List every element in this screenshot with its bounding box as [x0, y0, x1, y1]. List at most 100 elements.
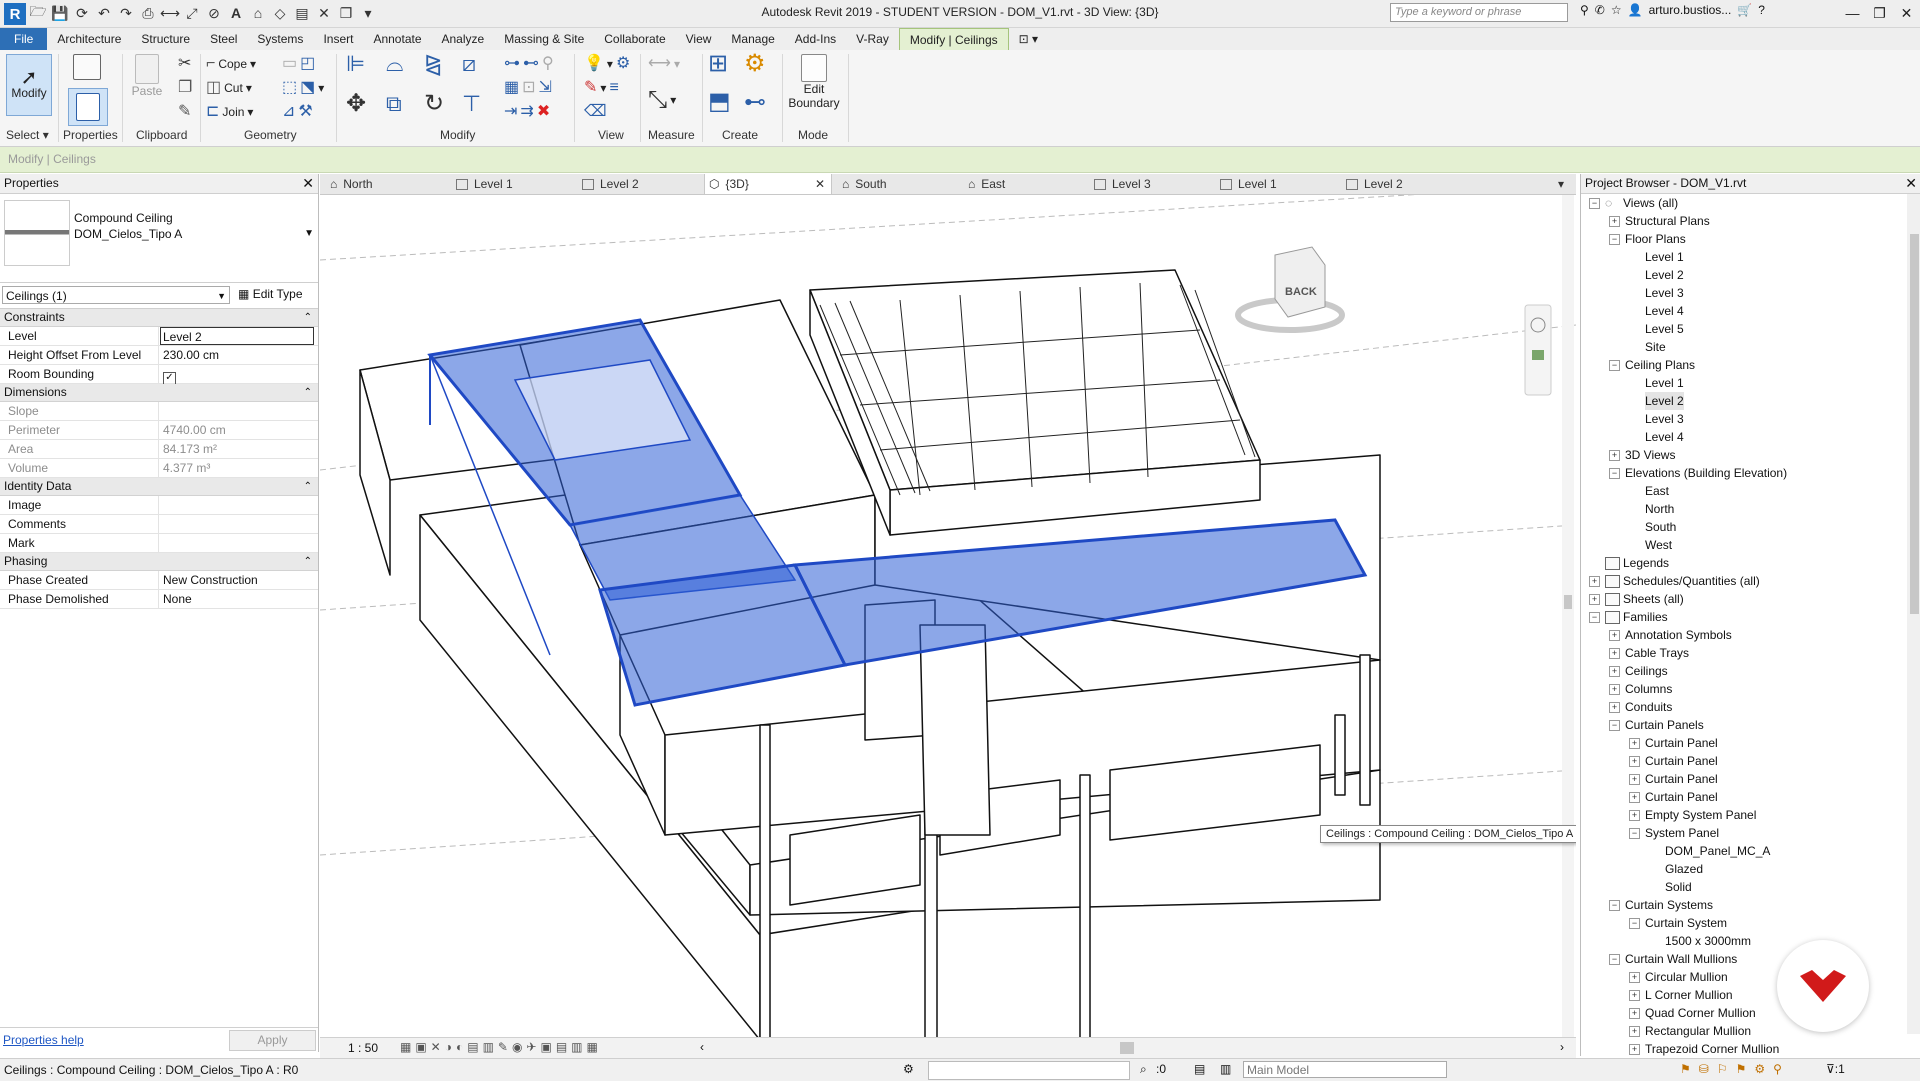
view-tool-1[interactable]: 💡 ▾ ⚙ [584, 56, 630, 72]
browser-item[interactable]: − Families [1581, 608, 1911, 626]
tab-view-level-1-b[interactable]: Level 1 [1216, 174, 1340, 194]
browser-item[interactable]: South [1581, 518, 1911, 536]
filter-icon[interactable]: ⊽:1 [1826, 1062, 1845, 1076]
instance-filter-select[interactable]: Ceilings (1) ▼ [2, 286, 230, 304]
browser-item[interactable]: North [1581, 500, 1911, 518]
tab-steel[interactable]: Steel [200, 28, 247, 50]
browser-item[interactable]: Level 4 [1581, 302, 1911, 320]
close-icon[interactable]: ✕ [815, 174, 825, 194]
phase-created-field[interactable]: New Construction [159, 571, 318, 589]
expand-icon[interactable]: + [1589, 576, 1600, 587]
expand-icon[interactable]: + [1629, 756, 1640, 767]
tab-massing-site[interactable]: Massing & Site [494, 28, 594, 50]
collapse-icon[interactable]: − [1629, 918, 1640, 929]
collapse-icon[interactable]: − [1609, 900, 1620, 911]
tag-icon[interactable]: ⊘ [204, 3, 224, 23]
tab-structure[interactable]: Structure [131, 28, 200, 50]
phase-demolished-field[interactable]: None [159, 590, 318, 608]
design-options-icon[interactable]: ▤ [1194, 1062, 1205, 1076]
browser-item[interactable]: Level 1 [1581, 248, 1911, 266]
browser-item[interactable]: Level 3 [1581, 284, 1911, 302]
binoculars-icon[interactable]: ⚲ [1580, 3, 1589, 17]
browser-item[interactable]: Level 2 [1581, 392, 1911, 410]
favorites-icon[interactable]: ☆ [1611, 3, 1622, 17]
scroll-right-icon[interactable]: › [1560, 1040, 1564, 1054]
match-type-button[interactable]: ✎ [178, 104, 191, 120]
edit-type-button[interactable]: ▦ Edit Type [238, 287, 303, 301]
workset-select[interactable] [928, 1061, 1130, 1080]
browser-scrollbar[interactable] [1907, 194, 1920, 1034]
browser-item[interactable]: Level 1 [1581, 374, 1911, 392]
model-3d-view[interactable]: BACK [320, 195, 1576, 1037]
tab-analyze[interactable]: Analyze [432, 28, 495, 50]
navigation-bar[interactable] [1524, 304, 1552, 396]
user-icon[interactable]: 👤 [1628, 3, 1643, 17]
tab-view-north[interactable]: ⌂ North [326, 174, 450, 194]
tab-view-level-2-b[interactable]: Level 2 [1342, 174, 1466, 194]
cart-icon[interactable]: 🛒 [1737, 3, 1752, 17]
browser-item[interactable]: + Curtain Panel [1581, 734, 1911, 752]
collapse-icon[interactable]: ⌃ [304, 384, 312, 401]
tab-view-east[interactable]: ⌂ East [964, 174, 1088, 194]
expand-icon[interactable]: + [1629, 810, 1640, 821]
tab-list-dropdown[interactable]: ▾ [1558, 174, 1572, 194]
expand-icon[interactable]: + [1609, 684, 1620, 695]
browser-item[interactable]: − Curtain Systems [1581, 896, 1911, 914]
collapse-icon[interactable]: − [1609, 954, 1620, 965]
switch-windows-icon[interactable]: ❐ [336, 3, 356, 23]
tab-insert[interactable]: Insert [313, 28, 363, 50]
expand-icon[interactable]: + [1629, 972, 1640, 983]
browser-item[interactable]: Level 4 [1581, 428, 1911, 446]
trim-single-button[interactable]: ⇥ ⇉ ✖ [504, 104, 550, 120]
tab-collaborate[interactable]: Collaborate [594, 28, 675, 50]
group-identity-data[interactable]: Identity Data ⌃ [0, 478, 318, 496]
browser-item[interactable]: − Floor Plans [1581, 230, 1911, 248]
chevron-down-icon[interactable]: ▼ [304, 228, 314, 239]
expand-icon[interactable]: + [1629, 1026, 1640, 1037]
tab-modify-ceilings[interactable]: Modify | Ceilings [898, 28, 1009, 50]
browser-item[interactable]: West [1581, 536, 1911, 554]
browser-item[interactable]: + Conduits [1581, 698, 1911, 716]
expand-icon[interactable]: + [1629, 774, 1640, 785]
expand-icon[interactable]: + [1609, 630, 1620, 641]
apply-button[interactable]: Apply [229, 1030, 316, 1051]
collapse-icon[interactable]: ⌃ [304, 553, 312, 570]
tab-vray[interactable]: V-Ray [846, 28, 899, 50]
browser-item[interactable]: Site [1581, 338, 1911, 356]
geometry-tool-3[interactable]: ⊿ ⚒ [282, 104, 313, 120]
move-button[interactable]: ✥ [346, 92, 366, 116]
join-button[interactable]: ⊏ Join ▾ [206, 104, 253, 120]
dimension-button[interactable]: ⤡ ▾ [648, 88, 676, 112]
measure-icon[interactable]: ⟷ [160, 3, 180, 23]
browser-item[interactable]: + Sheets (all) [1581, 590, 1911, 608]
copy-button[interactable]: ❐ [178, 80, 192, 96]
expand-icon[interactable]: + [1629, 990, 1640, 1001]
browser-item[interactable]: Level 5 [1581, 320, 1911, 338]
browser-item[interactable]: + Empty System Panel [1581, 806, 1911, 824]
browser-item[interactable]: − Ceiling Plans [1581, 356, 1911, 374]
expand-icon[interactable]: + [1609, 216, 1620, 227]
create-assembly-button[interactable]: ⊞ [708, 52, 728, 76]
revit-logo-icon[interactable]: R [4, 3, 26, 25]
collapse-icon[interactable]: − [1609, 360, 1620, 371]
cut-clipboard-button[interactable]: ✂ [178, 56, 191, 72]
geometry-cut-button[interactable]: ◫ Cut ▾ [206, 80, 252, 96]
ribbon-minimize-icon[interactable]: ⊡ ▾ [1009, 28, 1048, 50]
editable-only-icon[interactable]: ⌕ [1140, 1062, 1147, 1077]
tab-view-level-1[interactable]: Level 1 [452, 174, 576, 194]
browser-item[interactable]: 1500 x 3000mm [1581, 932, 1911, 950]
browser-item[interactable]: − Curtain System [1581, 914, 1911, 932]
selection-filter-icons[interactable]: ⚑⛁⚐⚑⚙⚲ [1680, 1062, 1790, 1076]
print-icon[interactable]: ⎙ [138, 3, 158, 23]
browser-item[interactable]: + Rectangular Mullion [1581, 1022, 1911, 1040]
collapse-icon[interactable]: − [1589, 198, 1600, 209]
type-selector[interactable]: Compound Ceiling DOM_Cielos_Tipo A ▼ [0, 194, 318, 283]
array-button[interactable]: ▦ ⊡ ⇲ [504, 80, 552, 96]
create-group-button[interactable]: ⬒ [708, 90, 731, 114]
tab-view-3d[interactable]: ⬡ {3D} ✕ [704, 174, 832, 194]
trim-button[interactable]: ⊤ [462, 93, 481, 115]
tab-annotate[interactable]: Annotate [363, 28, 431, 50]
close-icon[interactable]: ✕ [302, 174, 314, 193]
redo-icon[interactable]: ↷ [116, 3, 136, 23]
close-icon[interactable]: ✕ [1893, 0, 1920, 26]
